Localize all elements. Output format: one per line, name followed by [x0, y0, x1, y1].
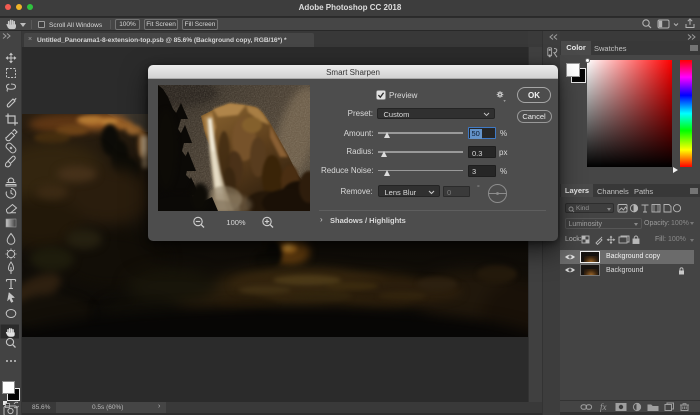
svg-text:fx: fx — [600, 402, 607, 412]
